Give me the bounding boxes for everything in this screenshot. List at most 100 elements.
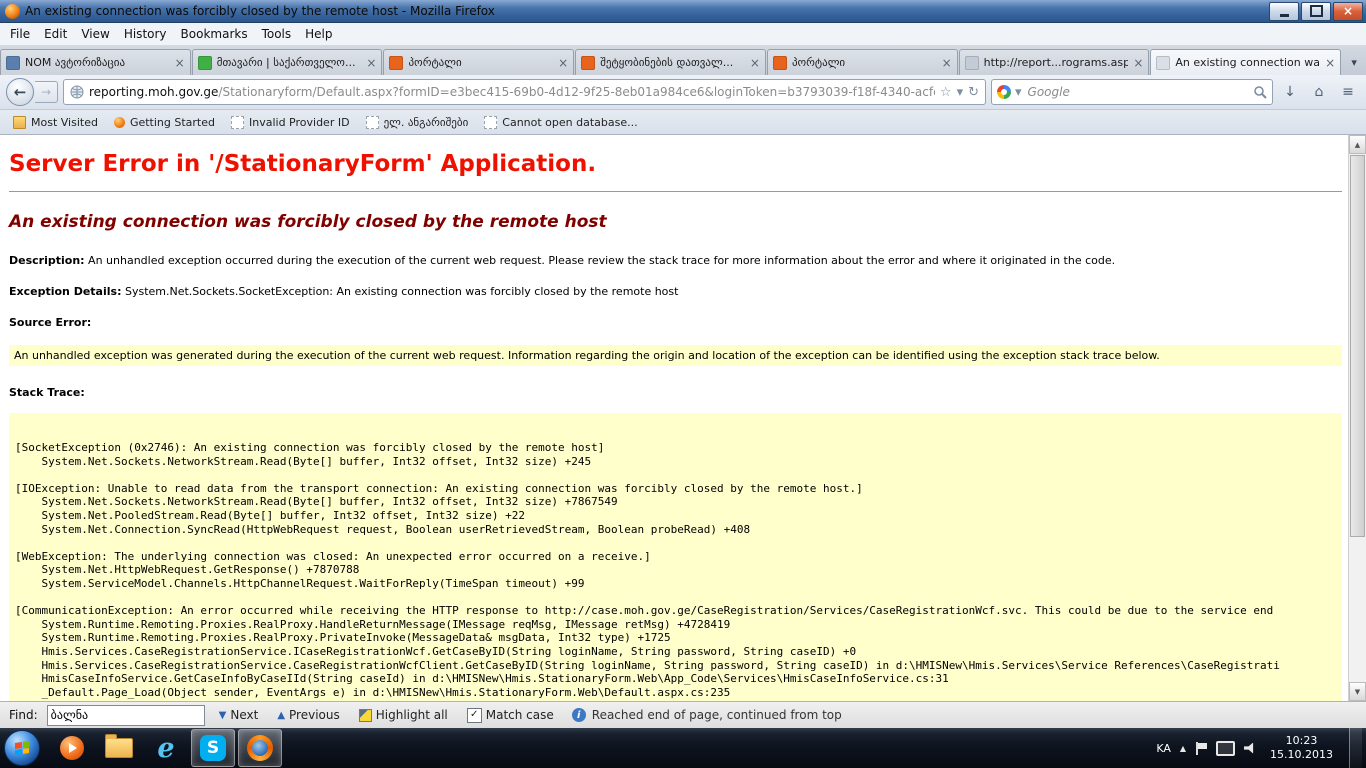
site-favicon [6,56,20,70]
menu-tools[interactable]: Tools [255,25,299,43]
highlight-all-button[interactable]: Highlight all [354,706,453,724]
tab-mtavari-georgia[interactable]: მთავარი | საქართველო... × [192,49,383,75]
back-arrow-icon: ← [14,83,27,101]
tab-report-programs[interactable]: http://report...rograms.aspx × [959,49,1150,75]
search-box[interactable]: ▾ [991,79,1273,105]
search-engine-dropdown-icon[interactable]: ▾ [1015,86,1022,99]
urlbar-dropdown-icon[interactable]: ▾ [957,86,964,99]
find-next-button[interactable]: ▼Next [214,706,264,724]
site-identity-globe-icon[interactable] [70,85,84,99]
tab-close-icon[interactable]: × [942,57,952,69]
bookmark-most-visited[interactable]: Most Visited [6,114,105,131]
divider [9,191,1342,192]
info-icon: i [572,708,586,722]
reload-icon[interactable]: ↻ [968,86,979,99]
site-favicon [773,56,787,70]
back-button[interactable]: ← [6,78,34,106]
tab-close-icon[interactable]: × [558,57,568,69]
source-error-label: Source Error: [9,316,1342,329]
default-bookmark-icon [366,116,379,129]
scrollbar-track[interactable] [1349,154,1366,682]
maximize-button[interactable] [1301,2,1331,21]
browser-content: Server Error in '/StationaryForm' Applic… [0,135,1366,701]
find-previous-button[interactable]: ▲Previous [272,706,344,724]
downloads-icon[interactable]: ↓ [1278,84,1302,100]
scroll-down-icon[interactable]: ▼ [1349,682,1366,701]
bookmarks-menu-icon[interactable]: ≡ [1336,84,1360,100]
minimize-button[interactable] [1269,2,1299,21]
list-all-tabs-icon[interactable]: ▾ [1342,49,1366,75]
menu-view[interactable]: View [74,25,116,43]
url-text: reporting.moh.gov.ge/Stationaryform/Defa… [89,85,935,99]
bookmark-invalid-provider-id[interactable]: Invalid Provider ID [224,114,357,131]
taskbar-internet-explorer-button[interactable]: e [144,729,188,767]
home-icon[interactable]: ⌂ [1307,84,1331,100]
minimize-icon [1280,14,1289,17]
tab-close-icon[interactable]: × [1325,57,1335,69]
show-desktop-button[interactable] [1349,728,1362,768]
language-indicator[interactable]: KA [1156,742,1171,755]
google-engine-icon[interactable] [997,85,1011,99]
scroll-up-icon[interactable]: ▲ [1349,135,1366,154]
default-page-favicon [1156,56,1170,70]
search-input[interactable] [1026,84,1249,100]
windows-logo-icon [15,741,29,755]
volume-icon[interactable] [1244,743,1257,754]
navigation-toolbar: ← → reporting.moh.gov.ge/Stationaryform/… [0,75,1366,110]
vertical-scrollbar[interactable]: ▲ ▼ [1348,135,1366,701]
bookmark-el-angarishebi[interactable]: ელ. ანგარიშები [359,114,476,131]
forward-button[interactable]: → [35,81,58,103]
tab-nom-authorization[interactable]: NOM ავტორიზაცია × [0,49,191,75]
up-arrow-icon: ▲ [277,710,285,721]
find-label: Find: [9,708,38,722]
screen: An existing connection was forcibly clos… [0,0,1366,768]
site-favicon [389,56,403,70]
tab-error-active[interactable]: An existing connection wa... × [1150,49,1341,75]
tab-close-icon[interactable]: × [366,57,376,69]
menu-bookmarks[interactable]: Bookmarks [174,25,255,43]
bookmark-star-icon[interactable]: ☆ [940,86,952,99]
bookmark-getting-started[interactable]: Getting Started [107,114,222,131]
action-center-flag-icon[interactable] [1195,742,1207,755]
menu-file[interactable]: File [3,25,37,43]
error-exception-details: Exception Details: System.Net.Sockets.So… [9,285,1342,298]
menu-history[interactable]: History [117,25,174,43]
search-magnifier-icon[interactable] [1253,85,1267,99]
clock-time: 10:23 [1270,734,1333,748]
window-controls: × [1269,2,1363,21]
bookmarks-toolbar: Most Visited Getting Started Invalid Pro… [0,110,1366,135]
firefox-icon [247,735,273,761]
maximize-icon [1310,5,1323,17]
bookmark-cannot-open-database[interactable]: Cannot open database... [477,114,644,131]
find-input[interactable] [47,705,205,726]
match-case-checkbox[interactable]: ✓ [467,708,482,723]
tab-close-icon[interactable]: × [1133,57,1143,69]
stack-trace-label: Stack Trace: [9,386,1342,399]
default-bookmark-icon [231,116,244,129]
error-page-subtitle: An existing connection was forcibly clos… [9,212,1342,232]
tab-notifications[interactable]: შეტყობინების დათვალ... × [575,49,766,75]
taskbar-explorer-button[interactable] [97,729,141,767]
tab-close-icon[interactable]: × [750,57,760,69]
forward-arrow-icon: → [41,85,51,99]
source-error-box: An unhandled exception was generated dur… [9,345,1342,366]
menu-edit[interactable]: Edit [37,25,74,43]
tab-portal-2[interactable]: პორტალი × [767,49,958,75]
tab-close-icon[interactable]: × [175,57,185,69]
hidden-icons-arrow-icon[interactable]: ▲ [1180,744,1186,753]
network-display-icon[interactable] [1216,741,1235,756]
menu-bar: File Edit View History Bookmarks Tools H… [0,23,1366,46]
taskbar-clock[interactable]: 10:23 15.10.2013 [1270,734,1333,763]
site-favicon [581,56,595,70]
tab-portal-1[interactable]: პორტალი × [383,49,574,75]
scrollbar-thumb[interactable] [1350,155,1365,537]
taskbar-firefox-button[interactable] [238,729,282,767]
close-button[interactable]: × [1333,2,1363,21]
menu-help[interactable]: Help [298,25,339,43]
taskbar-skype-button[interactable]: S [191,729,235,767]
start-button[interactable] [4,730,40,766]
taskbar-media-player-button[interactable] [50,729,94,767]
match-case-option[interactable]: ✓Match case [462,706,559,725]
url-bar[interactable]: reporting.moh.gov.ge/Stationaryform/Defa… [63,79,986,105]
skype-icon: S [200,735,226,761]
